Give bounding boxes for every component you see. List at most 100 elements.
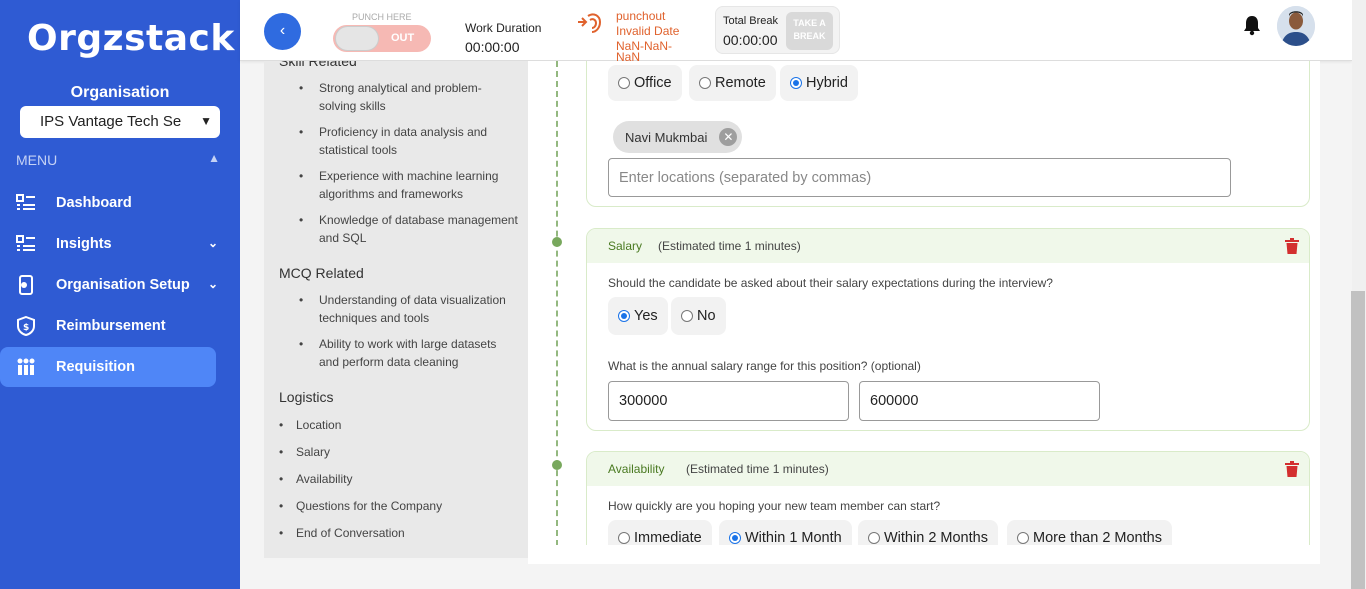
- punch-here-label: PUNCH HERE: [352, 12, 412, 22]
- locations-input[interactable]: Enter locations (separated by commas): [608, 158, 1231, 197]
- card-title: Salary: [608, 239, 643, 253]
- chip-label: Navi Mukmbai: [625, 129, 708, 145]
- option-label: Remote: [715, 75, 766, 91]
- list-item: Knowledge of database management and SQL: [299, 212, 519, 247]
- list-item: End of Conversation: [279, 526, 519, 553]
- list-icon: [16, 194, 35, 210]
- sidebar-item-label: Dashboard: [56, 195, 132, 211]
- salary-min-input[interactable]: 300000: [608, 381, 849, 421]
- organisation-label: Organisation: [70, 84, 170, 101]
- bell-icon[interactable]: [1242, 14, 1262, 36]
- list-item: Availability: [279, 472, 519, 499]
- svg-text:$: $: [23, 323, 29, 333]
- sidebar-item-insights[interactable]: Insights ⌄: [0, 224, 218, 264]
- chevron-up-icon: ▲: [208, 151, 220, 165]
- radio-hybrid[interactable]: Hybrid: [780, 65, 858, 101]
- sidebar: Orgzstack Organisation IPS Vantage Tech …: [0, 0, 240, 589]
- estimated-time: (Estimated time 1 minutes): [658, 239, 801, 253]
- shield-money-icon: $: [17, 316, 35, 336]
- sidebar-item-label: Reimbursement: [56, 318, 166, 334]
- avatar[interactable]: [1277, 6, 1315, 46]
- logistics-list: Location Salary Availability Questions f…: [279, 418, 519, 553]
- radio-circle-selected: [618, 310, 630, 322]
- close-icon[interactable]: ✕: [719, 128, 738, 146]
- salary-max-input[interactable]: 600000: [859, 381, 1100, 421]
- option-label: Yes: [634, 308, 658, 324]
- location-chip: Navi Mukmbai ✕: [613, 121, 743, 153]
- settings-phone-icon: [19, 275, 33, 295]
- radio-circle: [618, 532, 630, 544]
- sidebar-item-label: Requisition: [56, 359, 135, 375]
- option-label: More than 2 Months: [1033, 530, 1162, 546]
- radio-circle: [1017, 532, 1029, 544]
- timeline-line: [556, 61, 558, 546]
- list-item: Experience with machine learning algorit…: [299, 168, 519, 203]
- skill-list: Strong analytical and problem-solving sk…: [299, 80, 519, 256]
- punchout-line: punchout: [616, 9, 666, 23]
- total-break-label: Total Break: [723, 15, 779, 27]
- location-card: Office Remote Hybrid Navi Mukmbai ✕ Ente…: [586, 61, 1310, 207]
- availability-question: How quickly are you hoping your new team…: [608, 499, 941, 513]
- list-item: Location: [279, 418, 519, 445]
- toggle-knob: [335, 26, 379, 51]
- list-item: Understanding of data visualization tech…: [299, 292, 519, 327]
- salary-range-question: What is the annual salary range for this…: [608, 359, 921, 373]
- chevron-left-icon: ‹: [279, 22, 286, 39]
- total-break-value: 00:00:00: [723, 32, 778, 48]
- radio-yes[interactable]: Yes: [608, 297, 668, 335]
- top-bar: ‹ PUNCH HERE OUT Work Duration 00:00:00 …: [240, 0, 1352, 64]
- trash-icon[interactable]: [1285, 461, 1299, 477]
- work-duration-value: 00:00:00: [465, 39, 520, 55]
- radio-circle: [618, 77, 630, 89]
- option-label: Office: [634, 75, 672, 91]
- logo: Orgzstack: [27, 18, 235, 59]
- option-label: Immediate: [634, 530, 702, 546]
- sidebar-item-requisition[interactable]: Requisition: [0, 347, 216, 387]
- timeline-dot: [552, 460, 562, 470]
- sidebar-item-organisation-setup[interactable]: Organisation Setup ⌄: [0, 265, 218, 305]
- trash-icon[interactable]: [1285, 238, 1299, 254]
- list-item: Ability to work with large datasets and …: [299, 336, 519, 371]
- chevron-down-icon: ⌄: [207, 236, 218, 250]
- list-item: Salary: [279, 445, 519, 472]
- radio-office[interactable]: Office: [608, 65, 682, 101]
- radio-circle: [681, 310, 693, 322]
- work-duration-label: Work Duration: [465, 21, 542, 35]
- skill-related-heading: Skill Related: [279, 61, 357, 69]
- list-icon: [16, 235, 35, 251]
- main-content: Office Remote Hybrid Navi Mukmbai ✕ Ente…: [528, 61, 1320, 564]
- scrollbar-thumb[interactable]: [1351, 291, 1365, 589]
- sidebar-item-dashboard[interactable]: Dashboard: [0, 183, 216, 223]
- fingerprint-icon: [578, 13, 602, 33]
- radio-remote[interactable]: Remote: [689, 65, 776, 101]
- take-break-button[interactable]: TAKE A BREAK: [786, 12, 833, 50]
- people-icon: [17, 358, 35, 375]
- organisation-select-value: IPS Vantage Tech Se: [40, 113, 182, 130]
- option-label: No: [697, 308, 716, 324]
- chevron-down-icon: ▼: [200, 114, 212, 128]
- user-avatar-icon: [1277, 6, 1315, 46]
- menu-label: MENU: [16, 152, 58, 168]
- back-button[interactable]: ‹: [264, 13, 301, 50]
- sidebar-item-reimbursement[interactable]: $ Reimbursement: [0, 306, 216, 346]
- content-bottom-mask: [528, 545, 1320, 564]
- card-title: Availability: [608, 462, 665, 476]
- logistics-heading: Logistics: [279, 389, 334, 405]
- radio-circle-selected: [790, 77, 802, 89]
- radio-circle: [699, 77, 711, 89]
- list-item: Strong analytical and problem-solving sk…: [299, 80, 519, 115]
- card-header: Availability (Estimated time 1 minutes): [587, 452, 1309, 486]
- punchout-line: Invalid Date: [616, 24, 680, 38]
- estimated-time: (Estimated time 1 minutes): [686, 462, 829, 476]
- timeline-dot: [552, 237, 562, 247]
- radio-no[interactable]: No: [671, 297, 726, 335]
- punchout-status: punchout Invalid Date NaN-NaN- NaN: [616, 9, 679, 65]
- sidebar-item-label: Insights: [56, 236, 112, 252]
- sidebar-item-label: Organisation Setup: [56, 277, 190, 293]
- option-label: Within 2 Months: [884, 530, 988, 546]
- menu-header[interactable]: MENU ▲: [16, 151, 226, 168]
- punch-state: OUT: [391, 32, 415, 44]
- job-summary-panel: Skill Related Strong analytical and prob…: [264, 61, 528, 558]
- punch-toggle[interactable]: OUT: [333, 25, 431, 52]
- organisation-select[interactable]: IPS Vantage Tech Se ▼: [20, 106, 220, 138]
